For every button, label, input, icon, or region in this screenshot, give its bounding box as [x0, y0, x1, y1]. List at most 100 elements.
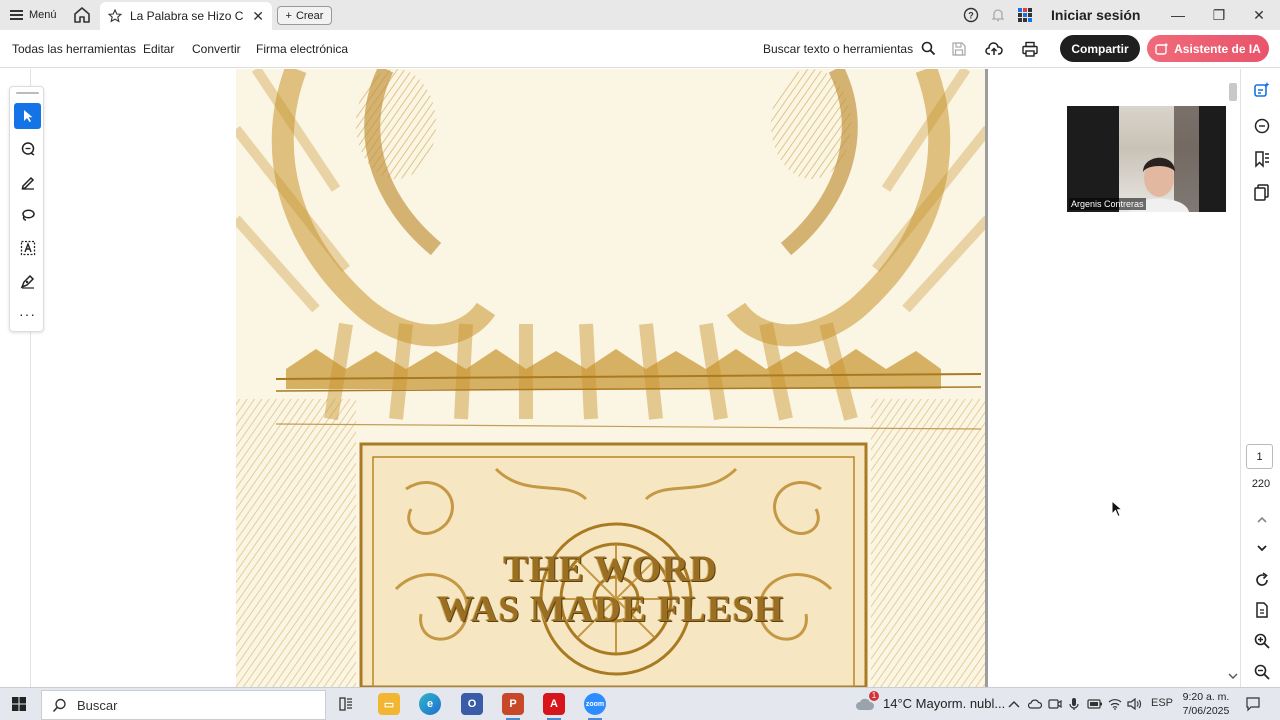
ai-sparkle-icon — [1155, 42, 1169, 55]
sign-tool[interactable] — [14, 268, 41, 294]
share-button[interactable]: Compartir — [1060, 35, 1140, 62]
ai-panel-icon[interactable] — [1253, 81, 1271, 99]
taskbar-search-label: Buscar — [77, 697, 118, 713]
menu-button[interactable]: Menú — [10, 6, 57, 24]
acrobat-icon[interactable]: A — [543, 693, 565, 715]
clock[interactable]: 9:20 a. m. 7/06/2025 — [1178, 690, 1234, 718]
onedrive-cloud-icon[interactable] — [1028, 698, 1042, 710]
cursor-icon — [23, 110, 32, 122]
comment-icon — [21, 142, 34, 156]
outlook-app-icon[interactable]: O — [461, 693, 483, 715]
ai-assistant-button[interactable]: Asistente de IA — [1147, 35, 1269, 62]
text-box-icon — [20, 240, 35, 256]
windows-taskbar: Buscar ▭ e O P A zoom 1 14°C Mayorm. nub… — [0, 687, 1280, 720]
taskbar-search[interactable]: Buscar — [41, 690, 326, 720]
notification-bell-icon[interactable] — [990, 7, 1006, 23]
pages-thumbnails-icon[interactable] — [1253, 183, 1271, 201]
scroll-down-arrow-icon[interactable] — [1228, 672, 1238, 680]
title-bar: Menú La Palabra se Hizo C... ✕ + Crear ?… — [0, 0, 1280, 30]
windows-start-icon[interactable] — [12, 697, 26, 711]
create-button[interactable]: + Crear — [277, 6, 332, 25]
signin-button[interactable]: Iniciar sesión — [1051, 7, 1140, 23]
print-icon[interactable] — [1021, 40, 1039, 58]
edit-link[interactable]: Editar — [143, 42, 174, 56]
help-icon[interactable]: ? — [963, 7, 979, 23]
document-tab[interactable]: La Palabra se Hizo C... ✕ — [100, 2, 272, 30]
all-tools-link[interactable]: Todas las herramientas — [12, 42, 136, 56]
home-icon[interactable] — [72, 5, 92, 25]
pdf-page[interactable]: THE WORD WAS MADE FLESH — [236, 69, 988, 687]
apps-grid-icon[interactable] — [1017, 7, 1033, 23]
zoom-out-icon[interactable] — [1253, 663, 1271, 681]
wifi-icon[interactable] — [1108, 698, 1122, 710]
page-settings-icon[interactable] — [1253, 601, 1271, 619]
microphone-icon[interactable] — [1068, 697, 1080, 711]
restore-icon[interactable]: ❐ — [1207, 4, 1231, 26]
comments-panel-icon[interactable] — [1253, 117, 1271, 135]
highlight-tool[interactable] — [14, 169, 41, 195]
task-view-icon[interactable] — [338, 696, 354, 712]
battery-icon[interactable] — [1087, 699, 1103, 709]
clock-time: 9:20 a. m. — [1182, 691, 1230, 703]
participant-portrait — [1129, 106, 1199, 212]
page-down-chevron-icon[interactable] — [1253, 539, 1271, 557]
hamburger-icon — [10, 10, 23, 20]
search-icon — [921, 41, 936, 56]
minimize-icon[interactable]: — — [1166, 4, 1190, 26]
file-explorer-icon[interactable]: ▭ — [378, 693, 400, 715]
quick-tools-panel: ··· — [9, 86, 44, 332]
bookmarks-icon[interactable] — [1253, 150, 1271, 168]
pen-icon — [21, 176, 34, 190]
select-tool[interactable] — [14, 103, 41, 129]
notifications-icon[interactable] — [1245, 696, 1261, 712]
draw-tool[interactable] — [14, 202, 41, 228]
weather-alert-badge: 1 — [869, 690, 879, 701]
main-toolbar: Todas las herramientas Editar Convertir … — [0, 30, 1280, 68]
meet-camera-icon[interactable] — [1048, 698, 1062, 710]
close-tab-icon[interactable]: ✕ — [252, 8, 264, 25]
text-tool[interactable] — [14, 235, 41, 261]
esign-link[interactable]: Firma electrónica — [256, 42, 348, 56]
more-icon: ··· — [19, 306, 36, 322]
vertical-scrollbar[interactable] — [1226, 69, 1240, 687]
zoom-in-icon[interactable] — [1253, 632, 1271, 650]
close-window-icon[interactable]: ✕ — [1247, 4, 1271, 26]
plus-icon: + — [285, 9, 292, 22]
clock-date: 7/06/2025 — [1182, 705, 1230, 717]
more-tools[interactable]: ··· — [14, 301, 41, 327]
edge-browser-icon[interactable]: e — [419, 693, 441, 715]
ai-assistant-label: Asistente de IA — [1174, 41, 1261, 56]
language-indicator[interactable]: ESP — [1151, 697, 1173, 709]
weather-text: 14°C Mayorm. nubl... — [883, 696, 1006, 711]
svg-text:?: ? — [968, 11, 974, 21]
rotate-icon[interactable] — [1253, 571, 1271, 589]
fountain-pen-icon — [20, 274, 34, 289]
lasso-icon — [21, 209, 35, 221]
participant-video — [1119, 106, 1199, 212]
mouse-pointer-icon — [1111, 500, 1123, 518]
zoom-app-icon[interactable]: zoom — [584, 693, 606, 715]
speaker-icon[interactable] — [1127, 698, 1142, 710]
page-number-input[interactable]: 1 — [1246, 444, 1273, 469]
upload-cloud-icon[interactable] — [985, 40, 1003, 58]
search-tools-label: Buscar texto o herramientas — [763, 41, 914, 56]
create-label: Crear — [295, 9, 324, 22]
cover-title-line2: WAS MADE FLESH — [436, 589, 785, 630]
star-icon[interactable] — [108, 9, 122, 23]
scrollbar-thumb[interactable] — [1229, 83, 1237, 101]
convert-link[interactable]: Convertir — [192, 42, 241, 56]
search-tools[interactable]: Buscar texto o herramientas — [763, 41, 936, 56]
cover-title-line1: THE WORD — [503, 549, 718, 590]
menu-label: Menú — [29, 9, 57, 21]
powerpoint-icon[interactable]: P — [502, 693, 524, 715]
participant-name: Argenis Contreras — [1069, 198, 1146, 210]
chevron-up-icon[interactable] — [1008, 699, 1020, 709]
page-up-chevron-icon[interactable] — [1253, 511, 1271, 529]
panel-grip[interactable] — [16, 92, 39, 94]
weather-widget[interactable]: 1 14°C Mayorm. nubl... — [855, 690, 1006, 711]
cloud-icon: 1 — [855, 690, 879, 711]
comment-tool[interactable] — [14, 136, 41, 162]
tab-title: La Palabra se Hizo C... — [130, 9, 245, 23]
save-icon[interactable] — [950, 40, 968, 58]
search-icon — [52, 698, 66, 712]
